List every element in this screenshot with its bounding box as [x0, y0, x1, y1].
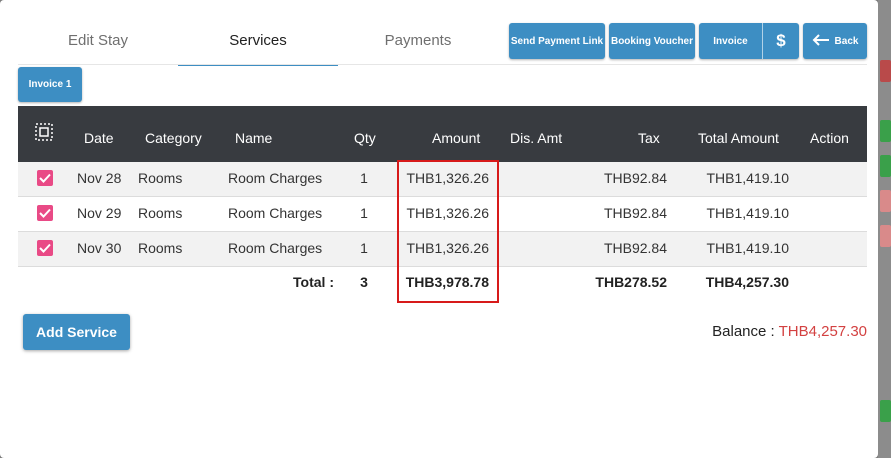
header-qty[interactable]: Qty — [354, 106, 376, 162]
back-button[interactable]: Back — [803, 23, 867, 59]
booking-voucher-button[interactable]: Booking Voucher — [609, 23, 695, 59]
header-date[interactable]: Date — [84, 106, 114, 162]
add-service-button[interactable]: Add Service — [23, 314, 130, 350]
cell-category: Rooms — [138, 170, 183, 186]
cell-category: Rooms — [138, 205, 183, 221]
tab-edit-stay[interactable]: Edit Stay — [18, 22, 178, 66]
arrow-left-icon — [812, 33, 830, 49]
cell-total: THB1,419.10 — [706, 240, 790, 256]
total-qty: 3 — [360, 274, 368, 290]
row-checkbox[interactable] — [37, 205, 53, 221]
cell-name: Room Charges — [228, 170, 323, 186]
header-action: Action — [810, 130, 849, 146]
balance-label: Balance : — [712, 323, 775, 340]
header-amount[interactable]: Amount — [432, 106, 480, 162]
total-label: Total : — [293, 274, 334, 290]
send-payment-link-label: Send Payment Link — [510, 35, 604, 47]
balance-amount: THB4,257.30 — [778, 323, 867, 340]
cell-total: THB1,419.10 — [706, 205, 790, 221]
send-payment-link-button[interactable]: Send Payment Link — [509, 23, 605, 59]
balance: Balance : THB4,257.30 — [712, 323, 867, 340]
tab-payments[interactable]: Payments — [338, 22, 498, 66]
select-all-icon[interactable] — [35, 123, 53, 141]
cell-date: Nov 30 — [77, 240, 122, 256]
booking-voucher-label: Booking Voucher — [610, 35, 694, 47]
header-tax[interactable]: Tax — [638, 106, 660, 162]
cell-tax: THB92.84 — [603, 205, 667, 221]
cell-name: Room Charges — [228, 205, 323, 221]
invoice-tab-1[interactable]: Invoice 1 — [18, 67, 82, 102]
cell-date: Nov 29 — [77, 205, 122, 221]
back-label: Back — [834, 35, 859, 47]
background-page — [878, 0, 891, 458]
header-name[interactable]: Name — [235, 106, 272, 162]
total-tax: THB278.52 — [595, 274, 667, 290]
total-grand: THB4,257.30 — [705, 274, 789, 290]
tab-services[interactable]: Services — [178, 22, 338, 66]
cell-qty: 1 — [360, 240, 368, 256]
header-dis-amt[interactable]: Dis. Amt — [510, 106, 562, 162]
booking-modal: Edit Stay Services Payments Send Payment… — [0, 0, 878, 458]
cell-tax: THB92.84 — [603, 240, 667, 256]
invoice-button[interactable]: Invoice $ — [699, 23, 799, 59]
background-badge — [880, 120, 891, 142]
row-checkbox[interactable] — [37, 240, 53, 256]
cell-date: Nov 28 — [77, 170, 122, 186]
cell-tax: THB92.84 — [603, 170, 667, 186]
cell-category: Rooms — [138, 240, 183, 256]
cell-name: Room Charges — [228, 240, 323, 256]
cell-qty: 1 — [360, 170, 368, 186]
amount-highlight-box — [397, 160, 499, 303]
background-badge — [880, 60, 891, 82]
header-category[interactable]: Category — [145, 106, 202, 162]
background-badge — [880, 400, 891, 422]
header-total-amount[interactable]: Total Amount — [698, 106, 779, 162]
background-badge — [880, 190, 891, 212]
row-checkbox[interactable] — [37, 170, 53, 186]
tab-bar: Edit Stay Services — [18, 22, 348, 66]
background-badge — [880, 155, 891, 177]
cell-qty: 1 — [360, 205, 368, 221]
invoice-label: Invoice — [713, 35, 748, 47]
table-header: Date Category Name Qty Amount Dis. Amt T… — [18, 106, 867, 162]
background-badge — [880, 225, 891, 247]
cell-total: THB1,419.10 — [706, 170, 790, 186]
dollar-icon[interactable]: $ — [763, 31, 799, 51]
tab-divider — [18, 64, 867, 65]
